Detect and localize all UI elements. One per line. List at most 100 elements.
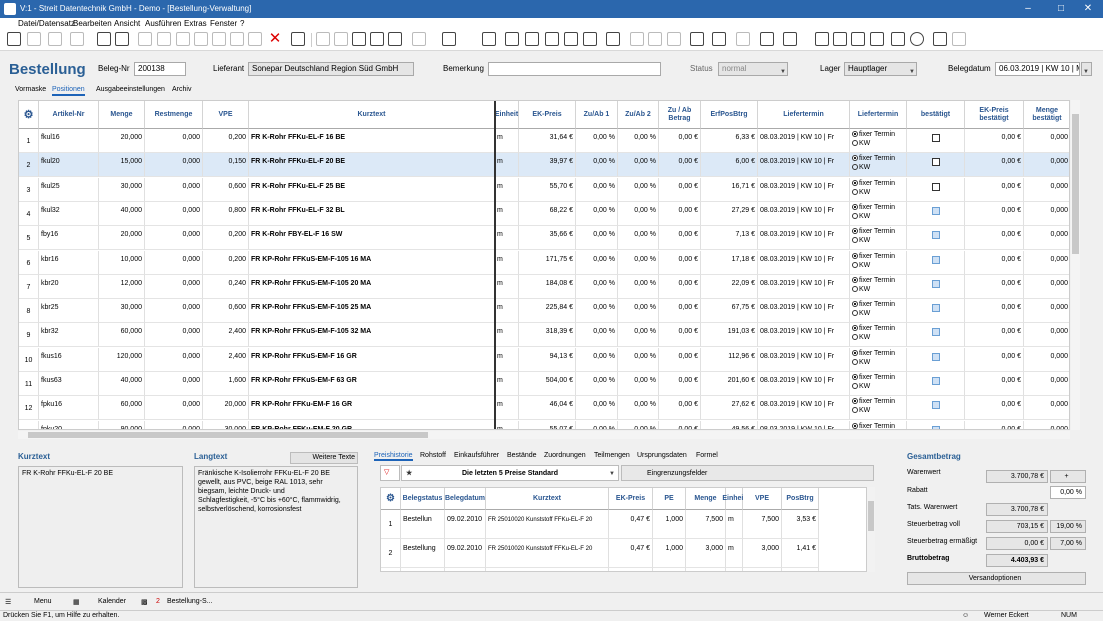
price-cell-einheit[interactable]: m — [726, 539, 743, 568]
radio-icon[interactable] — [852, 188, 858, 195]
radio-fixed-option[interactable]: fixer Termin — [852, 203, 904, 212]
first-record-icon[interactable] — [316, 32, 330, 46]
tools2-icon[interactable] — [212, 32, 226, 46]
radio-icon[interactable] — [852, 398, 858, 405]
price-column-header[interactable]: EK-Preis — [609, 488, 653, 510]
grid-cell-z1[interactable]: 0,00 % — [576, 226, 618, 251]
grid-cell-art[interactable]: kbr20 — [39, 274, 99, 299]
grid-cell-ek[interactable]: 171,75 € — [519, 250, 576, 275]
price-cell-pe[interactable]: 1,000 — [653, 539, 686, 568]
menu-ansicht[interactable]: Ansicht — [114, 19, 140, 28]
stock-icon[interactable] — [525, 32, 539, 46]
grid-cell-zab[interactable]: 0,00 € — [659, 396, 701, 421]
tab-teilmengen[interactable]: Teilmengen — [594, 452, 630, 459]
maximize-button[interactable]: □ — [1046, 0, 1076, 18]
grid-cell-rest[interactable]: 0,000 — [145, 177, 203, 202]
grid-cell-menge[interactable]: 60,000 — [99, 396, 145, 421]
grid-cell-zab[interactable]: 0,00 € — [659, 226, 701, 251]
grid-cell-z2[interactable]: 0,00 % — [618, 250, 659, 275]
bestaetigt-cell[interactable] — [907, 226, 965, 251]
grid-cell-lt[interactable]: 08.03.2019 | KW 10 | Fr — [758, 226, 850, 251]
price-column-header[interactable]: Einheit — [722, 488, 746, 510]
grid-cell-z1[interactable]: 0,00 % — [576, 347, 618, 372]
taskbar-menu[interactable]: Menu — [34, 598, 52, 605]
liefertermin-radio[interactable]: fixer TerminKW — [850, 226, 907, 251]
bestaetigt-cell[interactable] — [907, 129, 965, 153]
grid-cell-lt[interactable]: 08.03.2019 | KW 10 | Fr — [758, 396, 850, 421]
grid-cell-kurz[interactable]: FR KP-Rohr FFKuS-EM-F-105 25 MA — [249, 299, 495, 324]
grid-cell-ekb[interactable]: 0,00 € — [965, 274, 1024, 299]
price-cell-menge[interactable]: 7,500 — [686, 510, 726, 539]
grid-cell-rest[interactable]: 0,000 — [145, 226, 203, 251]
grid-cell-mb[interactable]: 0,000 — [1024, 396, 1069, 421]
grid-cell-z1[interactable]: 0,00 % — [576, 396, 618, 421]
grid-cell-art[interactable]: kbr25 — [39, 299, 99, 324]
column-header[interactable]: EK-Preis bestätigt — [965, 101, 1024, 129]
liefertermin-radio[interactable]: fixer TerminKW — [850, 153, 907, 178]
tab-formel[interactable]: Formel — [696, 452, 718, 459]
grid-cell-z2[interactable]: 0,00 % — [618, 396, 659, 421]
grid-cell-zab[interactable]: 0,00 € — [659, 201, 701, 226]
scroll-thumb[interactable] — [28, 432, 428, 438]
grid-cell-vpe[interactable]: 0,200 — [203, 226, 249, 251]
preis-filter-select[interactable]: ★ Die letzten 5 Preise Standard ▼ — [401, 465, 619, 481]
grid-cell-z2[interactable]: 0,00 % — [618, 323, 659, 348]
grid-cell-z1[interactable]: 0,00 % — [576, 153, 618, 178]
price-cell-einheit[interactable]: m — [726, 568, 743, 571]
bestaetigt-cell[interactable] — [907, 396, 965, 421]
grid-cell-rest[interactable]: 0,000 — [145, 396, 203, 421]
refresh-icon[interactable] — [352, 32, 366, 46]
grid-cell-ekb[interactable]: 0,00 € — [965, 177, 1024, 202]
grid-cell-vpe[interactable]: 1,600 — [203, 372, 249, 396]
grid-cell-zab[interactable]: 0,00 € — [659, 347, 701, 372]
grid-cell-erf[interactable]: 201,60 € — [701, 372, 758, 396]
tab-rohstoff[interactable]: Rohstoff — [420, 452, 446, 459]
tab-positionen[interactable]: Positionen — [52, 86, 85, 96]
radio-icon[interactable] — [852, 301, 858, 308]
radio-icon[interactable] — [852, 349, 858, 356]
grid-cell-lt[interactable]: 08.03.2019 | KW 10 | Fr — [758, 201, 850, 226]
grid-cell-ekb[interactable]: 0,00 € — [965, 347, 1024, 372]
weitere-texte-button[interactable]: Weitere Texte — [290, 452, 358, 464]
bestaetigt-checkbox[interactable] — [931, 206, 940, 215]
column-header[interactable]: Menge — [99, 101, 145, 129]
radio-icon[interactable] — [852, 164, 858, 171]
grid-cell-art[interactable]: fkul20 — [39, 153, 99, 178]
bestaetigt-checkbox[interactable] — [931, 377, 940, 385]
price-cell-pe[interactable]: 1,000 — [653, 510, 686, 539]
bestaetigt-checkbox[interactable] — [931, 328, 940, 337]
delete-icon[interactable]: ✕ — [268, 31, 282, 46]
price-column-header[interactable]: Belegstatus — [401, 488, 445, 510]
grid-cell-z2[interactable]: 0,00 % — [618, 153, 659, 178]
grid-cell-ek[interactable]: 184,08 € — [519, 274, 576, 299]
price-cell-menge[interactable]: 15,000 — [686, 568, 726, 571]
grid-cell-z2[interactable]: 0,00 % — [618, 201, 659, 226]
tab-ursprungsdaten[interactable]: Ursprungsdaten — [637, 452, 687, 459]
grid-cell-rest[interactable]: 0,000 — [145, 372, 203, 396]
grid-cell-vpe[interactable]: 0,200 — [203, 250, 249, 275]
radio-kw-option[interactable]: KW — [852, 285, 904, 294]
grid-cell-menge[interactable]: 120,000 — [99, 347, 145, 372]
radio-fixed-option[interactable]: fixer Termin — [852, 422, 904, 429]
bestaetigt-checkbox[interactable] — [931, 255, 940, 264]
grid-cell-kurz[interactable]: FR KP-Rohr FFKuS-EM-F-105 32 MA — [249, 323, 495, 348]
radio-fixed-option[interactable]: fixer Termin — [852, 252, 904, 261]
copy-record-icon[interactable] — [97, 32, 111, 46]
price-column-header[interactable]: Menge — [686, 488, 726, 510]
briefcase-icon[interactable] — [760, 32, 774, 46]
grid-cell-zab[interactable]: 0,00 € — [659, 372, 701, 396]
list-icon[interactable] — [157, 32, 171, 46]
filter-icon[interactable] — [412, 32, 426, 46]
bestaetigt-cell[interactable] — [907, 274, 965, 299]
grid-cell-erf[interactable]: 6,33 € — [701, 129, 758, 153]
grid-cell-rest[interactable]: 0,000 — [145, 129, 203, 153]
status-select[interactable]: normal ▼ — [718, 62, 788, 76]
grid-cell-rest[interactable]: 0,000 — [145, 323, 203, 348]
bestaetigt-checkbox[interactable] — [931, 231, 940, 240]
grid-cell-einheit[interactable]: m — [495, 323, 519, 348]
grid-cell-einheit[interactable]: m — [495, 201, 519, 226]
grid-cell-menge[interactable]: 30,000 — [99, 177, 145, 202]
grid-cell-rest[interactable]: 0,000 — [145, 201, 203, 226]
grid-cell-einheit[interactable]: m — [495, 153, 519, 178]
grid-cell-erf[interactable]: 22,09 € — [701, 274, 758, 299]
